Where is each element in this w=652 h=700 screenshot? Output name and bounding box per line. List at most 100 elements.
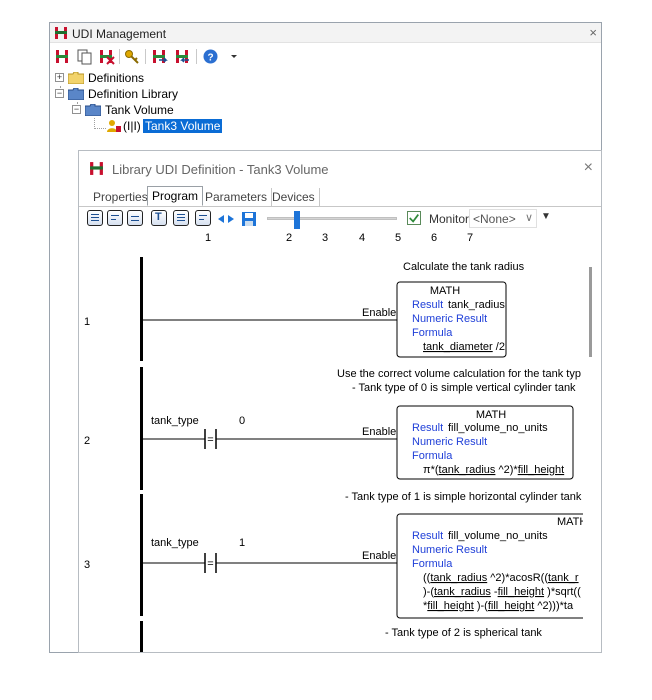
toolbar-separator bbox=[196, 49, 197, 64]
help-dropdown-icon[interactable] bbox=[226, 48, 243, 65]
branch-icon[interactable] bbox=[127, 210, 143, 226]
tab-program[interactable]: Program bbox=[147, 186, 204, 206]
formula-line: )-(tank_radius -fill_height )*sqrt(( bbox=[423, 586, 581, 598]
formula-label: Formula bbox=[412, 450, 453, 462]
swap-arrows-icon[interactable] bbox=[217, 213, 235, 225]
math-block[interactable]: MATH Result tank_radius Numeric Result F… bbox=[396, 281, 507, 358]
new-udi-icon[interactable] bbox=[54, 48, 71, 65]
monitor-select[interactable]: <None> ∨ bbox=[469, 209, 537, 228]
zoom-slider-thumb[interactable] bbox=[294, 211, 300, 229]
formula-line: ((tank_radius ^2)*acosR((tank_r bbox=[423, 572, 579, 584]
formula-tag-ref: tank_radius bbox=[439, 464, 496, 476]
compare-contact[interactable]: = bbox=[204, 429, 217, 449]
formula-tag-ref: fill_height bbox=[427, 600, 473, 612]
power-rail bbox=[140, 257, 143, 361]
udi-app-icon bbox=[55, 27, 67, 39]
export-udi-icon[interactable] bbox=[174, 48, 191, 65]
list-icon[interactable] bbox=[173, 210, 189, 226]
rung-comment: - Tank type of 0 is simple vertical cyli… bbox=[352, 382, 576, 394]
tree-label-definition-library[interactable]: Definition Library bbox=[88, 87, 178, 101]
collapse-icon[interactable]: − bbox=[72, 105, 81, 114]
rung-comment: Calculate the tank radius bbox=[403, 261, 525, 273]
toolbar-dropdown-icon[interactable]: ▼ bbox=[541, 211, 551, 222]
tab-parameters[interactable]: Parameters bbox=[201, 188, 273, 206]
rung-icon[interactable] bbox=[87, 210, 103, 226]
ladder-canvas: 1 2 3 4 5 6 7 1 Calculate the tank radiu… bbox=[84, 232, 583, 652]
math-block[interactable]: MATH Result fill_volume_no_units Numeric… bbox=[396, 405, 574, 480]
library-folder-icon bbox=[68, 88, 84, 100]
column-header: 7 bbox=[467, 232, 473, 244]
text-icon[interactable]: T bbox=[151, 210, 167, 226]
udi-user-icon bbox=[107, 120, 121, 132]
rung-comment: - Tank type of 2 is spherical tank bbox=[385, 627, 542, 639]
result-value: tank_radius bbox=[448, 299, 505, 311]
help-icon[interactable]: ? bbox=[202, 48, 219, 65]
save-icon[interactable] bbox=[241, 211, 257, 227]
result-label: Result bbox=[412, 299, 443, 311]
tab-properties[interactable]: Properties bbox=[89, 188, 153, 206]
lib-titlebar: Library UDI Definition - Tank3 Volume × bbox=[79, 151, 601, 185]
folder-icon bbox=[68, 72, 84, 84]
contact-tag: tank_type bbox=[151, 537, 199, 549]
monitor-select-value: <None> bbox=[473, 212, 516, 226]
udi-app-icon bbox=[90, 162, 103, 175]
contact-symbol: = bbox=[207, 434, 213, 446]
contact-tag: tank_type bbox=[151, 415, 199, 427]
ladder-scroll-thumb[interactable] bbox=[589, 267, 592, 357]
udi-close-icon[interactable]: × bbox=[589, 25, 597, 40]
monitor-checkbox[interactable] bbox=[407, 211, 421, 225]
udi-titlebar: UDI Management × bbox=[50, 23, 601, 43]
definition-tabs: Properties Program Parameters Devices bbox=[89, 186, 589, 206]
formula-text: )-( bbox=[474, 600, 488, 612]
lib-close-icon[interactable]: × bbox=[584, 159, 593, 177]
import-udi-icon[interactable] bbox=[151, 48, 168, 65]
tree-label-definitions[interactable]: Definitions bbox=[88, 71, 144, 85]
numeric-result-label: Numeric Result bbox=[412, 544, 487, 556]
formula-text: ^2)* bbox=[495, 464, 518, 476]
copy-icon[interactable] bbox=[76, 48, 93, 65]
formula-line: π*(tank_radius ^2)*fill_height bbox=[423, 464, 564, 476]
contact-value: 0 bbox=[239, 415, 245, 427]
math-block[interactable]: MATH Result fill_volume_no_units Numeric… bbox=[396, 513, 583, 619]
cut-rung-icon[interactable] bbox=[195, 210, 211, 226]
tab-devices[interactable]: Devices bbox=[268, 188, 320, 206]
tree-label-tank-volume[interactable]: Tank Volume bbox=[105, 103, 174, 117]
library-folder-icon bbox=[85, 104, 101, 116]
ladder-vertical-scrollbar[interactable] bbox=[585, 231, 601, 652]
contact-value: 1 bbox=[239, 537, 245, 549]
insert-rung-icon[interactable] bbox=[107, 210, 123, 226]
lib-window-title: Library UDI Definition - Tank3 Volume bbox=[112, 162, 329, 177]
collapse-icon[interactable]: − bbox=[55, 89, 64, 98]
tree-label-tank3-volume[interactable]: Tank3 Volume bbox=[143, 119, 223, 133]
rung-comment: - Tank type of 1 is simple horizontal cy… bbox=[345, 491, 582, 503]
formula-text: )-( bbox=[423, 586, 434, 598]
column-header: 4 bbox=[359, 232, 365, 244]
formula-tag-ref: tank_diameter bbox=[423, 341, 493, 353]
math-block-title: MATH bbox=[557, 516, 583, 528]
result-value: fill_volume_no_units bbox=[448, 422, 548, 434]
compare-contact[interactable]: = bbox=[204, 553, 217, 573]
enable-label: Enable bbox=[362, 307, 396, 319]
expand-icon[interactable]: + bbox=[55, 73, 64, 82]
contact-symbol: = bbox=[207, 558, 213, 570]
formula-tag-ref: tank_radius bbox=[434, 586, 491, 598]
key-icon[interactable] bbox=[124, 48, 141, 65]
zoom-slider-track[interactable] bbox=[267, 217, 397, 220]
power-rail bbox=[140, 367, 143, 490]
library-udi-definition-window: Library UDI Definition - Tank3 Volume × … bbox=[78, 150, 602, 653]
svg-text:?: ? bbox=[207, 53, 213, 64]
formula-line: tank_diameter /2 bbox=[423, 341, 505, 353]
result-value: fill_volume_no_units bbox=[448, 530, 548, 542]
enable-label: Enable bbox=[362, 426, 396, 438]
enable-label: Enable bbox=[362, 550, 396, 562]
formula-line: *fill_height )-(fill_height ^2)))*ta bbox=[423, 600, 574, 612]
formula-text: π*( bbox=[423, 464, 439, 476]
udi-toolbar: ? bbox=[50, 44, 601, 68]
ladder-diagram[interactable]: 1 2 3 4 5 6 7 1 Calculate the tank radiu… bbox=[81, 231, 583, 652]
tree-line bbox=[94, 128, 106, 129]
formula-text: )*sqrt(( bbox=[544, 586, 581, 598]
formula-text: /2 bbox=[493, 341, 505, 353]
monitor-label: Monitor bbox=[429, 212, 470, 226]
rung-comment: Use the correct volume calculation for t… bbox=[337, 368, 581, 380]
delete-udi-icon[interactable] bbox=[98, 48, 115, 65]
